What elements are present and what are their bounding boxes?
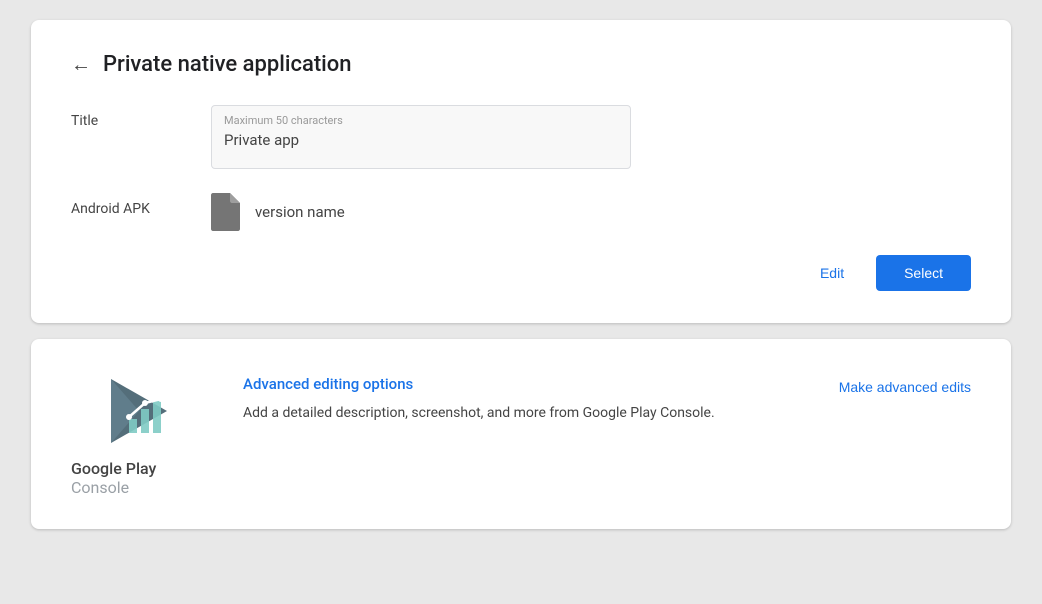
apk-field: version name	[211, 193, 345, 231]
advanced-description: Add a detailed description, screenshot, …	[243, 403, 807, 424]
apk-version: version name	[255, 203, 345, 221]
apk-label: Android APK	[71, 193, 211, 217]
advanced-actions: Make advanced edits	[839, 371, 971, 399]
card1-header: ← Private native application	[71, 52, 971, 77]
advanced-title: Advanced editing options	[243, 375, 807, 393]
google-label: Google Play	[71, 459, 156, 478]
google-play-logo: Google Play Console	[71, 371, 211, 497]
title-label: Title	[71, 105, 211, 129]
title-field[interactable]: Maximum 50 characters Private app	[211, 105, 631, 169]
advanced-content: Advanced editing options Add a detailed …	[243, 371, 807, 424]
title-input-wrapper[interactable]: Maximum 50 characters Private app	[211, 105, 631, 169]
title-row: Title Maximum 50 characters Private app	[71, 105, 971, 169]
main-card: ← Private native application Title Maxim…	[31, 20, 1011, 323]
make-advanced-edits-button[interactable]: Make advanced edits	[839, 375, 971, 399]
back-button[interactable]: ←	[71, 52, 91, 77]
title-input-value: Private app	[224, 131, 618, 149]
google-play-console-icon	[101, 371, 181, 451]
file-icon	[211, 193, 243, 231]
edit-button[interactable]: Edit	[804, 257, 860, 289]
select-button[interactable]: Select	[876, 255, 971, 291]
console-label: Console	[71, 478, 129, 497]
apk-row: Android APK version name	[71, 193, 971, 231]
google-play-label: Google Play Console	[71, 459, 211, 497]
card1-actions: Edit Select	[71, 255, 971, 291]
page-title: Private native application	[103, 52, 352, 77]
title-hint: Maximum 50 characters	[224, 114, 618, 127]
advanced-card: Google Play Console Advanced editing opt…	[31, 339, 1011, 529]
